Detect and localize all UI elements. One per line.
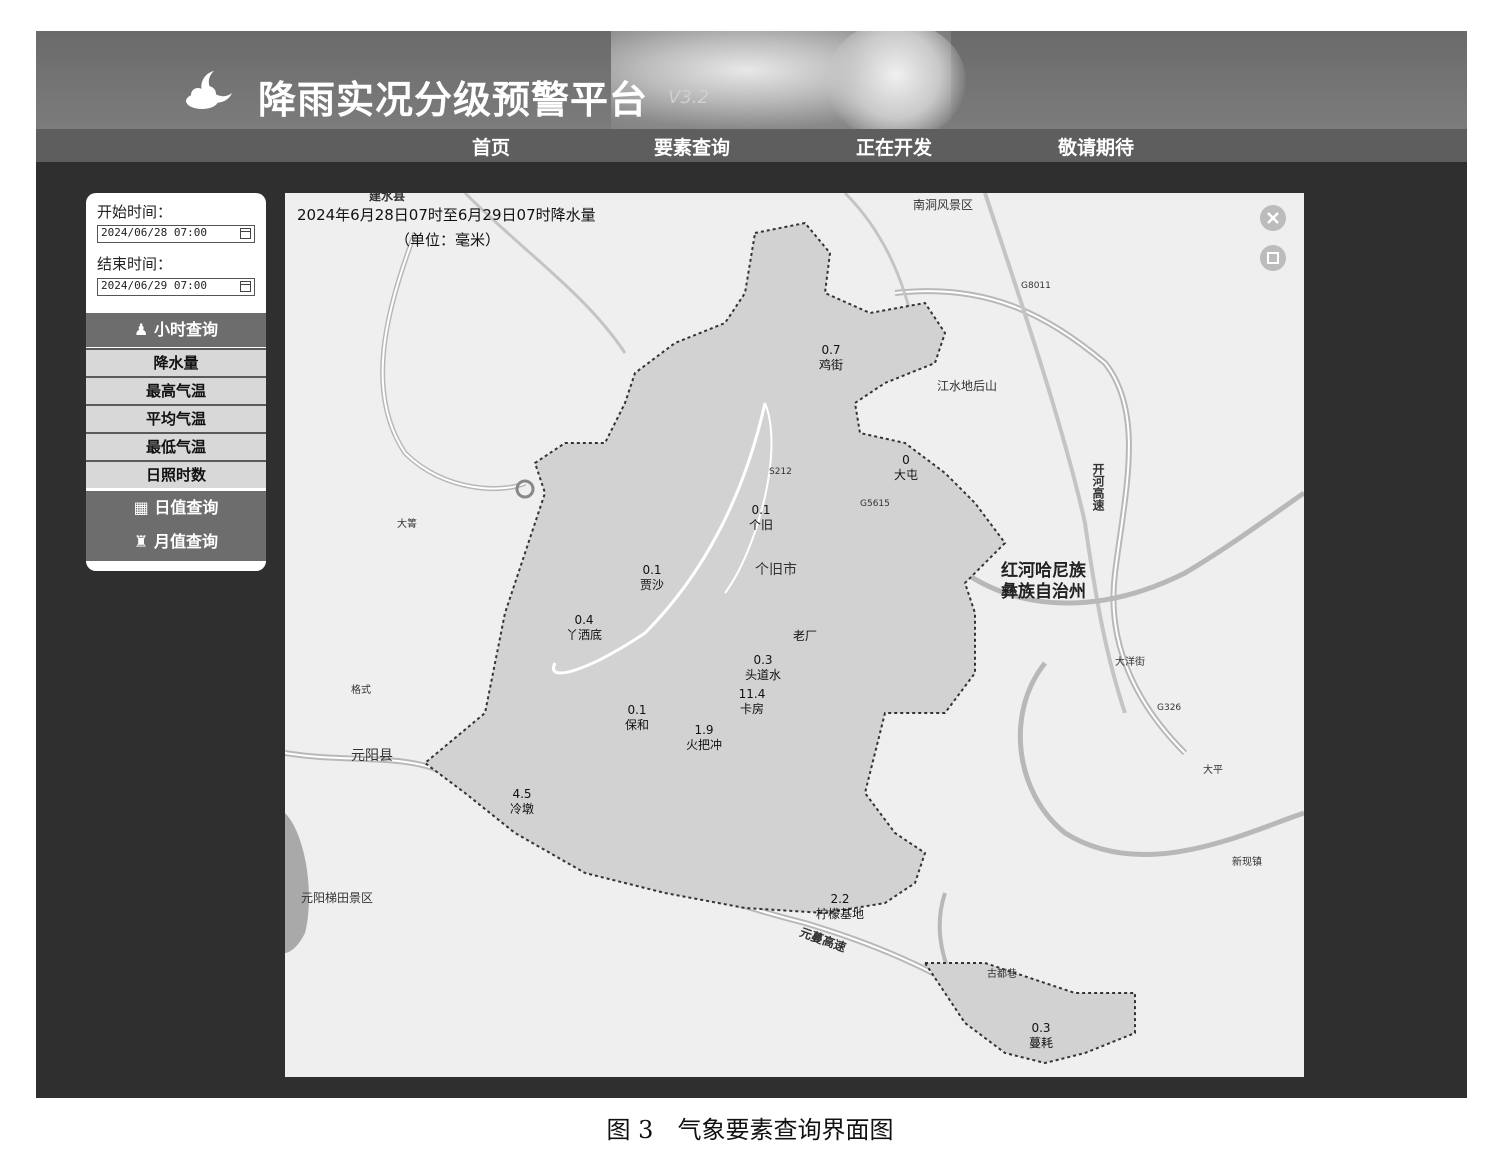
- close-icon[interactable]: [1260, 205, 1286, 231]
- header-banner: 降雨实况分级预警平台 V3.2: [36, 31, 1467, 129]
- banner-decoration-flower: [826, 31, 966, 129]
- nav-in-development[interactable]: 正在开发: [856, 133, 932, 160]
- place-nandong: 南洞风景区: [913, 198, 974, 212]
- place-jiangshui: 江水地后山: [937, 379, 998, 393]
- menu-max-temp[interactable]: 最高气温: [86, 376, 266, 404]
- document-icon: ▦: [133, 498, 155, 517]
- calendar-icon[interactable]: [240, 228, 251, 239]
- road-g5615: G5615: [860, 499, 890, 509]
- road-g8011: G8011: [1021, 281, 1051, 291]
- road-s212: S212: [769, 467, 792, 477]
- station-toudaoshui[interactable]: 0.3 头道水: [745, 653, 781, 683]
- menu-min-temp[interactable]: 最低气温: [86, 432, 266, 460]
- top-nav: 首页 要素查询 正在开发 敬请期待: [36, 129, 1467, 162]
- place-geshi: 格式: [351, 685, 371, 696]
- start-time-value: 2024/06/28 07:00: [101, 226, 207, 239]
- station-datun[interactable]: 0 大屯: [894, 453, 918, 483]
- place-dayangjie: 大洋街: [1115, 657, 1145, 668]
- map-title: 2024年6月28日07时至6月29日07时降水量: [297, 206, 596, 224]
- menu-precipitation[interactable]: 降水量: [86, 348, 266, 376]
- nav-home[interactable]: 首页: [472, 133, 510, 160]
- station-baohe[interactable]: 0.1 保和: [625, 703, 649, 733]
- maximize-icon[interactable]: [1260, 245, 1286, 271]
- nav-element-query[interactable]: 要素查询: [654, 133, 730, 160]
- place-daping2: 大平: [1203, 765, 1223, 776]
- station-jijie[interactable]: 0.7 鸡街: [819, 343, 843, 373]
- menu-avg-temp[interactable]: 平均气温: [86, 404, 266, 432]
- place-kaihe-expressway: 开河高速: [1091, 463, 1105, 511]
- place-honghe-line1: 红河哈尼族: [1001, 561, 1086, 581]
- daily-query-label: 日值查询: [154, 498, 219, 517]
- station-lengdun[interactable]: 4.5 冷墩: [510, 787, 534, 817]
- app-window: 降雨实况分级预警平台 V3.2 首页 要素查询 正在开发 敬请期待 开始时间： …: [36, 31, 1467, 1098]
- place-xinxian: 新现镇: [1232, 857, 1262, 868]
- place-daping: 大箐: [397, 519, 417, 530]
- end-time-input[interactable]: 2024/06/29 07:00: [97, 278, 255, 296]
- calendar-month-icon: ♜: [134, 532, 154, 551]
- moon-cloud-icon: [186, 71, 232, 109]
- station-yasadi[interactable]: 0.4 丫洒底: [566, 613, 602, 643]
- station-kafang[interactable]: 11.4 卡房: [739, 687, 766, 717]
- start-time-label: 开始时间：: [97, 203, 173, 221]
- place-honghe-line2: 彝族自治州: [1001, 582, 1086, 602]
- station-jiasha[interactable]: 0.1 贾沙: [640, 563, 664, 593]
- app-version: V3.2: [668, 87, 709, 108]
- end-time-label: 结束时间：: [97, 255, 173, 273]
- map-view[interactable]: 2024年6月28日07时至6月29日07时降水量 （单位：毫米） 0.7 鸡街 …: [285, 193, 1304, 1077]
- calendar-icon[interactable]: [240, 281, 251, 292]
- place-jianshui: 建水县: [369, 193, 406, 203]
- daily-query-header[interactable]: ▦ 日值查询: [86, 491, 266, 525]
- query-sidebar: 开始时间： 2024/06/28 07:00 结束时间： 2024/06/29 …: [86, 193, 266, 571]
- end-time-value: 2024/06/29 07:00: [101, 279, 207, 292]
- person-icon: ♟: [134, 320, 154, 339]
- nav-coming-soon[interactable]: 敬请期待: [1058, 133, 1134, 160]
- monthly-query-label: 月值查询: [153, 532, 218, 551]
- station-manhao[interactable]: 0.3 蔓耗: [1029, 1021, 1053, 1051]
- hourly-query-label: 小时查询: [153, 320, 218, 339]
- station-ningmeng[interactable]: 2.2 柠檬基地: [816, 892, 864, 922]
- monthly-query-header[interactable]: ♜ 月值查询: [86, 525, 266, 559]
- figure-caption: 图 3 气象要素查询界面图: [606, 1116, 894, 1144]
- hourly-query-header[interactable]: ♟ 小时查询: [86, 313, 266, 347]
- menu-sunshine-hours[interactable]: 日照时数: [86, 460, 266, 488]
- place-laochang: 老厂: [793, 629, 818, 643]
- station-huobachong[interactable]: 1.9 火把冲: [686, 723, 722, 753]
- place-yuanyang-terrace: 元阳梯田景区: [301, 891, 374, 905]
- map-unit: （单位：毫米）: [395, 231, 501, 249]
- place-gejiu-city: 个旧市: [755, 562, 797, 578]
- app-title: 降雨实况分级预警平台: [258, 78, 649, 122]
- station-gejiu[interactable]: 0.1 个旧: [749, 503, 773, 533]
- road-g326: G326: [1157, 703, 1182, 713]
- lower-menu-panel: ▦ 日值查询 ♜ 月值查询: [86, 491, 266, 561]
- place-yuanyang: 元阳县: [351, 748, 393, 764]
- place-gudaxiang: 古都巷: [987, 969, 1017, 980]
- start-time-input[interactable]: 2024/06/28 07:00: [97, 225, 255, 243]
